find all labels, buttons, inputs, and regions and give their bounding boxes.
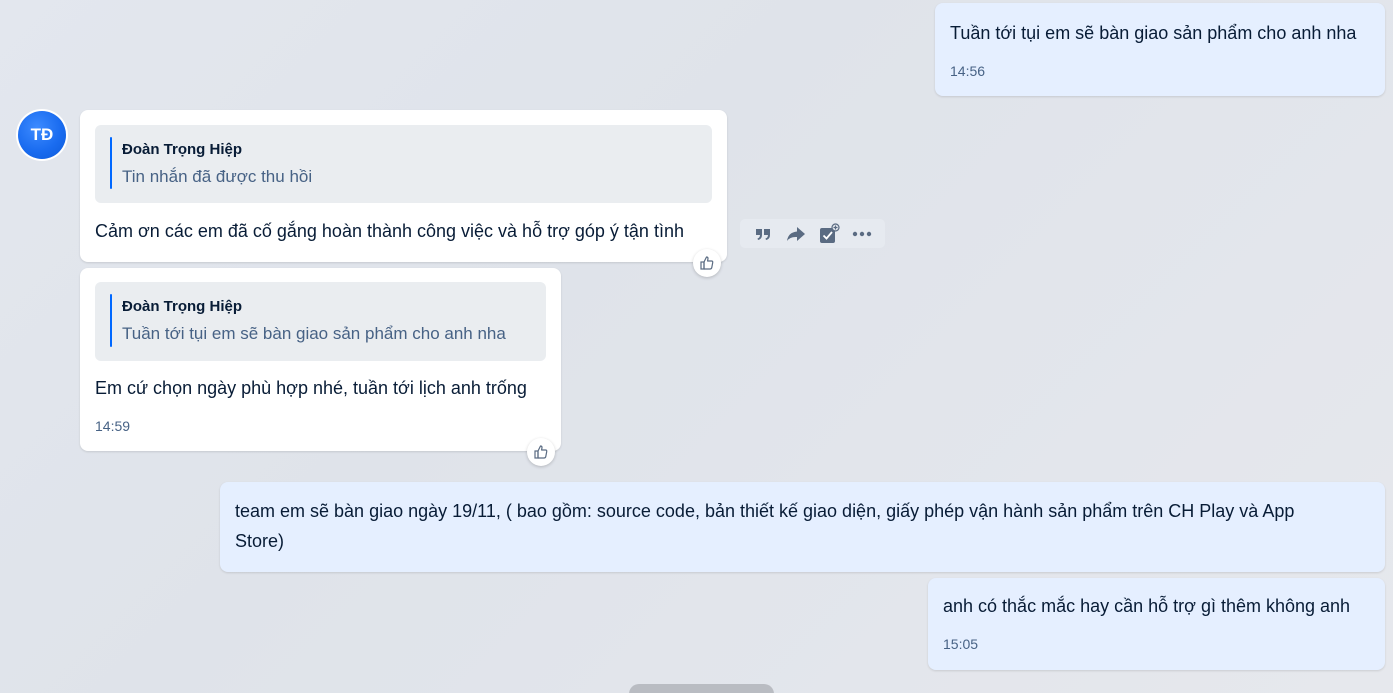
message-text: anh có thắc mắc hay cần hỗ trợ gì thêm k… [943, 596, 1351, 616]
chat-area: Tuần tới tụi em sẽ bàn giao sản phẩm cho… [0, 0, 1393, 693]
quoted-message[interactable]: Đoàn Trọng Hiệp Tin nhắn đã được thu hồi [95, 125, 712, 203]
message-time: 14:56 [950, 63, 986, 79]
react-button[interactable] [693, 249, 721, 277]
forward-button[interactable] [784, 222, 808, 246]
message-time: 15:05 [943, 636, 979, 652]
quote-text: Tuần tới tụi em sẽ bàn giao sản phẩm cho… [122, 324, 506, 343]
other-message-bubble[interactable]: Đoàn Trọng Hiệp Tin nhắn đã được thu hồi… [80, 110, 727, 262]
quote-author: Đoàn Trọng Hiệp [122, 298, 242, 315]
more-button[interactable] [850, 222, 874, 246]
react-button[interactable] [527, 438, 555, 466]
avatar[interactable]: TĐ [18, 111, 66, 159]
more-icon [853, 231, 872, 236]
quoted-message[interactable]: Đoàn Trọng Hiệp Tuần tới tụi em sẽ bàn g… [95, 282, 546, 361]
message-time: 14:59 [95, 418, 131, 434]
quote-author: Đoàn Trọng Hiệp [122, 141, 242, 158]
quote-bar [110, 137, 112, 189]
my-message-bubble[interactable]: anh có thắc mắc hay cần hỗ trợ gì thêm k… [928, 578, 1385, 670]
other-message-bubble[interactable]: Đoàn Trọng Hiệp Tuần tới tụi em sẽ bàn g… [80, 268, 561, 451]
thumbs-up-icon [700, 256, 714, 270]
message-text-line-2: Store) [235, 531, 285, 551]
message-text: Cảm ơn các em đã cố gắng hoàn thành công… [95, 221, 684, 241]
message-text: Tuần tới tụi em sẽ bàn giao sản phẩm cho… [950, 23, 1357, 43]
thumbs-up-icon [534, 445, 548, 459]
quote-bar [110, 294, 112, 347]
add-task-icon [820, 222, 840, 243]
quote-text: Tin nhắn đã được thu hồi [122, 167, 313, 186]
quote-button[interactable] [751, 222, 775, 246]
message-text-line-1: team em sẽ bàn giao ngày 19/11, ( bao gồ… [235, 501, 1295, 521]
my-message-bubble[interactable]: team em sẽ bàn giao ngày 19/11, ( bao gồ… [220, 482, 1385, 572]
quote-icon [755, 228, 770, 240]
message-text: Em cứ chọn ngày phù hợp nhé, tuần tới lị… [95, 378, 527, 398]
forward-icon [786, 226, 805, 241]
add-task-button[interactable] [817, 222, 841, 246]
scroll-to-bottom-pill[interactable] [629, 684, 774, 693]
message-action-toolbar [740, 219, 885, 248]
my-message-bubble[interactable]: Tuần tới tụi em sẽ bàn giao sản phẩm cho… [935, 3, 1385, 96]
